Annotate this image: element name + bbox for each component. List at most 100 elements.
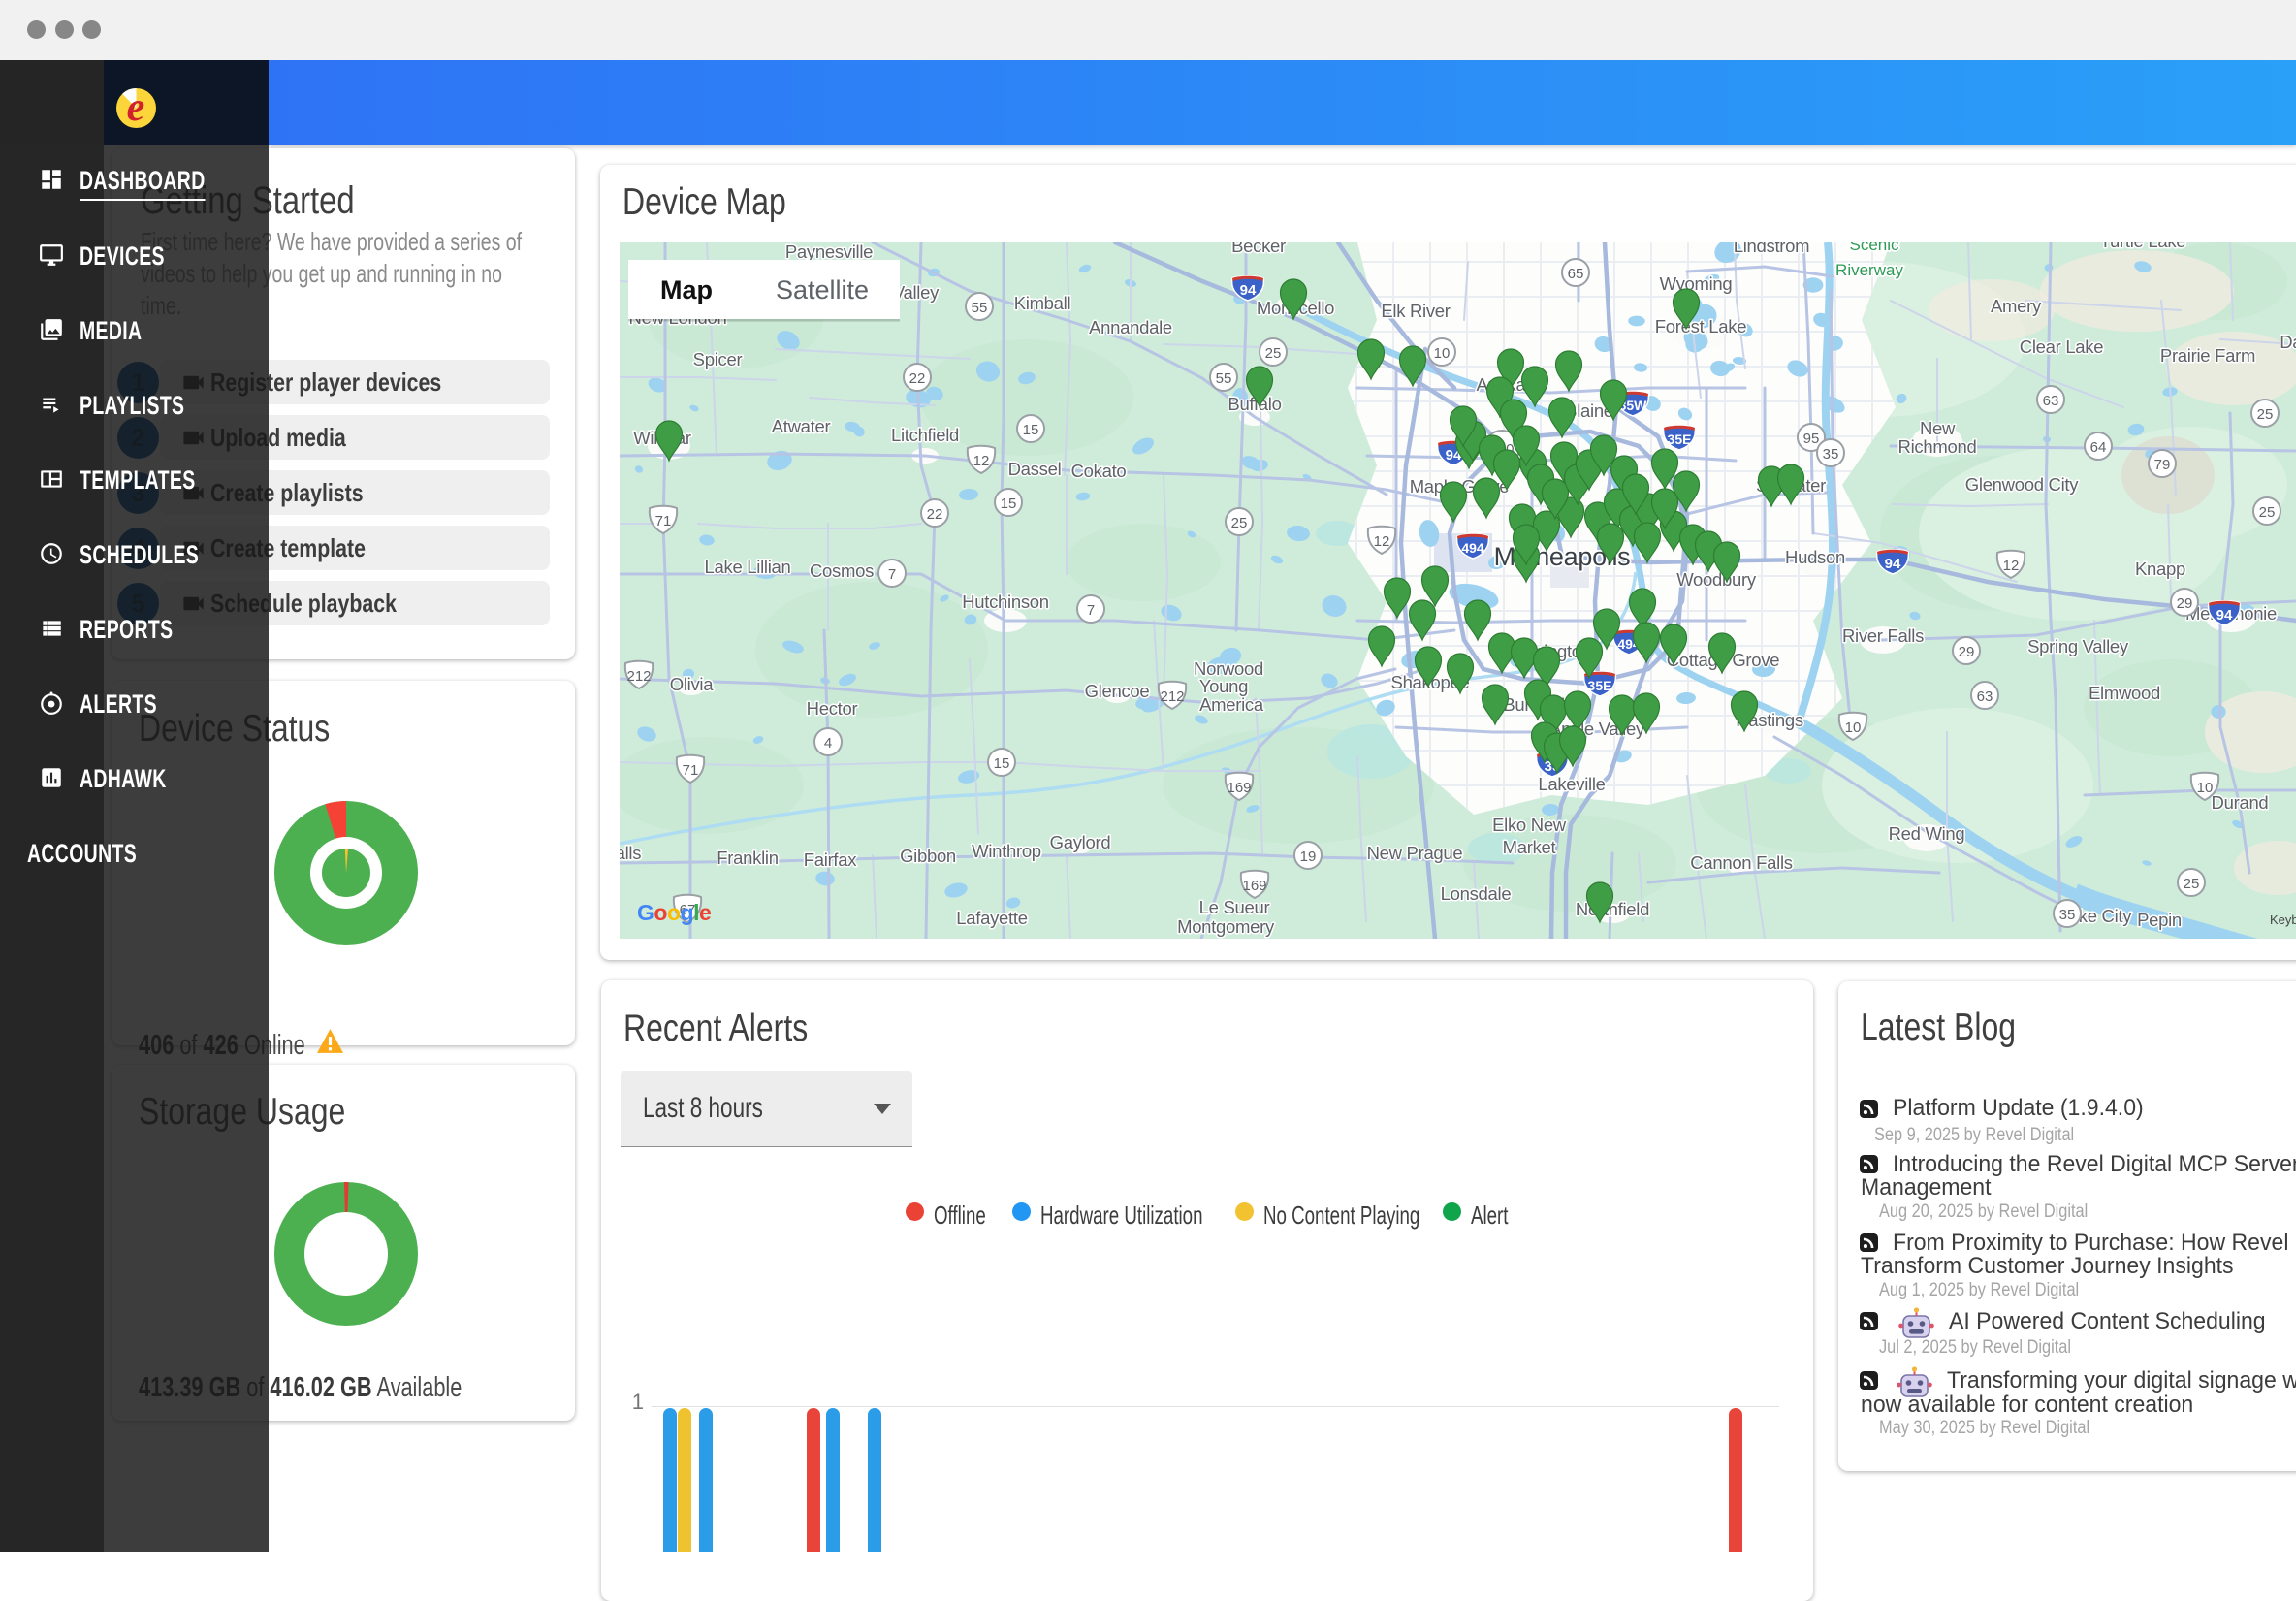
svg-text:Pepin: Pepin xyxy=(2137,910,2182,930)
svg-text:Gaylord: Gaylord xyxy=(1050,832,1111,852)
svg-text:Elk River: Elk River xyxy=(1381,301,1450,321)
svg-text:55: 55 xyxy=(972,300,988,316)
svg-text:12: 12 xyxy=(1374,533,1390,550)
svg-text:7: 7 xyxy=(1087,602,1095,619)
svg-text:Winthrop: Winthrop xyxy=(972,841,1041,861)
svg-text:71: 71 xyxy=(683,762,699,779)
svg-text:169: 169 xyxy=(1242,878,1266,894)
svg-text:Le Sueur: Le Sueur xyxy=(1199,897,1270,917)
svg-text:35: 35 xyxy=(2059,907,2076,923)
svg-text:Scenic: Scenic xyxy=(1849,242,1899,254)
svg-text:212: 212 xyxy=(626,668,651,685)
svg-text:Lonsdale: Lonsdale xyxy=(1441,883,1512,904)
svg-text:22: 22 xyxy=(909,370,926,387)
svg-text:10: 10 xyxy=(1845,720,1862,736)
svg-text:22: 22 xyxy=(927,506,943,523)
svg-text:Fairfax: Fairfax xyxy=(804,849,857,870)
svg-text:Prairie Farm: Prairie Farm xyxy=(2160,345,2255,366)
svg-text:10: 10 xyxy=(1434,345,1451,362)
svg-text:Richmond: Richmond xyxy=(1898,436,1977,457)
svg-text:63: 63 xyxy=(1977,688,1993,705)
svg-text:Amery: Amery xyxy=(1991,296,2042,316)
svg-text:25: 25 xyxy=(2257,406,2274,423)
svg-text:River Falls: River Falls xyxy=(1842,625,1924,646)
svg-text:494: 494 xyxy=(1461,540,1484,556)
svg-text:Lafayette: Lafayette xyxy=(956,908,1027,928)
svg-text:Durand: Durand xyxy=(2212,792,2269,813)
svg-text:25: 25 xyxy=(1231,515,1248,531)
svg-text:Map: Map xyxy=(660,275,713,304)
svg-text:12: 12 xyxy=(2003,558,2020,574)
svg-text:79: 79 xyxy=(2154,457,2171,473)
svg-text:Atwater: Atwater xyxy=(772,416,831,436)
svg-text:212: 212 xyxy=(1160,688,1184,705)
svg-text:Becker: Becker xyxy=(1231,242,1286,256)
svg-text:55: 55 xyxy=(1216,370,1232,387)
svg-text:29: 29 xyxy=(2177,595,2193,612)
svg-text:Forest Lake: Forest Lake xyxy=(1655,316,1746,336)
svg-text:71: 71 xyxy=(655,513,672,529)
svg-text:15: 15 xyxy=(1023,422,1039,438)
svg-text:29: 29 xyxy=(1959,644,1975,660)
svg-text:63: 63 xyxy=(2043,393,2059,409)
svg-text:65: 65 xyxy=(1568,266,1584,282)
svg-text:12: 12 xyxy=(973,453,990,469)
svg-text:Lindstrom: Lindstrom xyxy=(1734,242,1810,256)
svg-text:Cokato: Cokato xyxy=(1071,461,1127,481)
svg-text:Hudson: Hudson xyxy=(1785,547,1845,567)
svg-text:Lake Lillian: Lake Lillian xyxy=(705,557,791,577)
svg-text:Montgomery: Montgomery xyxy=(1177,916,1275,937)
svg-text:94: 94 xyxy=(1885,556,1901,572)
svg-text:10: 10 xyxy=(2197,780,2214,796)
svg-text:Young: Young xyxy=(1199,676,1248,696)
svg-text:Dassel: Dassel xyxy=(1008,459,1062,479)
svg-text:Hutchinson: Hutchinson xyxy=(962,592,1049,612)
svg-text:15: 15 xyxy=(994,755,1010,772)
svg-text:7: 7 xyxy=(888,566,896,583)
svg-text:Franklin: Franklin xyxy=(717,848,778,868)
svg-text:25: 25 xyxy=(1265,345,1282,362)
svg-text:Keyb: Keyb xyxy=(2270,913,2296,927)
svg-text:New: New xyxy=(1920,418,1956,438)
svg-text:19: 19 xyxy=(1300,849,1317,865)
svg-text:Lakeville: Lakeville xyxy=(1538,774,1605,794)
svg-text:Spicer: Spicer xyxy=(693,349,743,369)
svg-text:Paynesville: Paynesville xyxy=(785,242,873,262)
svg-text:Knapp: Knapp xyxy=(2135,559,2185,579)
svg-text:4: 4 xyxy=(824,735,832,752)
svg-text:Elko New: Elko New xyxy=(1492,815,1567,835)
svg-text:Glenwood City: Glenwood City xyxy=(1965,474,2079,495)
svg-text:169: 169 xyxy=(1227,780,1251,796)
svg-text:Cannon Falls: Cannon Falls xyxy=(1690,852,1792,873)
svg-text:Annandale: Annandale xyxy=(1089,317,1172,337)
svg-text:Hector: Hector xyxy=(807,698,858,719)
svg-text:e: e xyxy=(127,88,145,128)
svg-text:95: 95 xyxy=(1803,431,1820,447)
svg-text:Market: Market xyxy=(1503,837,1556,857)
svg-text:Olivia: Olivia xyxy=(670,674,714,694)
svg-text:Glencoe: Glencoe xyxy=(1085,681,1150,701)
svg-text:America: America xyxy=(1199,694,1264,715)
svg-text:Spring Valley: Spring Valley xyxy=(2027,636,2129,656)
svg-text:25: 25 xyxy=(2184,876,2200,892)
svg-text:94: 94 xyxy=(1240,282,1257,299)
svg-text:25: 25 xyxy=(2259,504,2276,521)
svg-text:Cosmos: Cosmos xyxy=(810,560,874,581)
svg-text:Wyoming: Wyoming xyxy=(1660,273,1733,294)
svg-text:Clear Lake: Clear Lake xyxy=(2020,336,2103,357)
svg-text:35E: 35E xyxy=(1668,432,1692,447)
svg-text:Turtle Lake: Turtle Lake xyxy=(2100,242,2186,251)
svg-text:ood Falls: ood Falls xyxy=(620,843,641,863)
svg-text:Woodbury: Woodbury xyxy=(1676,569,1757,590)
svg-text:35E: 35E xyxy=(1588,678,1612,693)
svg-text:Elmwood: Elmwood xyxy=(2089,683,2160,703)
svg-text:35: 35 xyxy=(1823,446,1839,463)
svg-text:New Prague: New Prague xyxy=(1367,843,1463,863)
svg-text:Litchfield: Litchfield xyxy=(891,425,959,445)
svg-text:Red Wing: Red Wing xyxy=(1889,823,1965,844)
svg-text:Satellite: Satellite xyxy=(776,275,869,304)
svg-text:94: 94 xyxy=(2216,607,2233,624)
svg-text:Kimball: Kimball xyxy=(1014,293,1071,313)
svg-text:Gibbon: Gibbon xyxy=(900,846,956,866)
svg-text:64: 64 xyxy=(2090,439,2107,456)
